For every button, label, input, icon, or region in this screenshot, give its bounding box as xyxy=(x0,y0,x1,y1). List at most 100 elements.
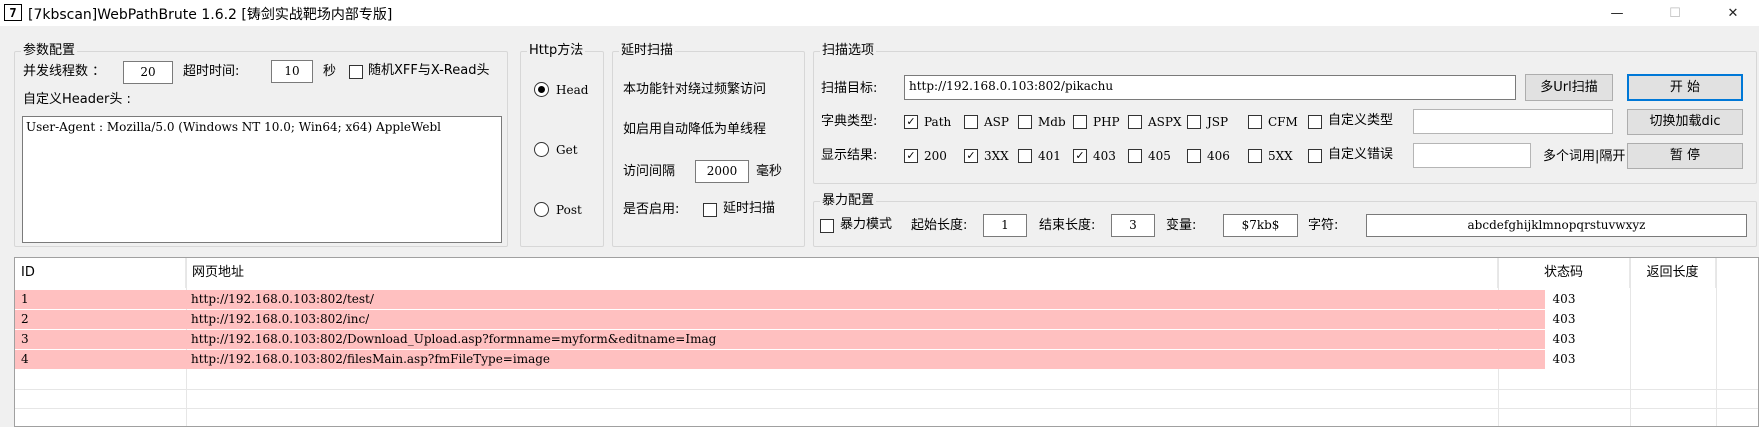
result-5xx-checkbox[interactable] xyxy=(1248,149,1262,163)
result-403-label: 403 xyxy=(1093,149,1116,163)
dict-path-checkbox[interactable]: ✓ xyxy=(904,115,918,129)
close-button[interactable]: ✕ xyxy=(1710,0,1756,26)
target-label: 扫描目标: xyxy=(821,81,878,96)
minimize-button[interactable]: — xyxy=(1594,0,1640,26)
load-dict-button[interactable]: 切换加载dic xyxy=(1627,109,1743,135)
interval-input[interactable]: 2000 xyxy=(695,160,749,183)
column-header-url[interactable]: 网页地址 xyxy=(186,258,1498,288)
separator-hint: 多个词用|隔开 xyxy=(1543,149,1626,164)
pause-button[interactable]: 暂 停 xyxy=(1627,143,1743,169)
delay-enable-label: 是否启用: xyxy=(623,202,680,217)
minimize-icon: — xyxy=(1610,5,1624,21)
row-length xyxy=(1630,310,1716,329)
result-403-checkbox[interactable]: ✓ xyxy=(1073,149,1087,163)
row-status: 403 xyxy=(1552,312,1576,326)
column-header-status[interactable]: 状态码 xyxy=(1498,258,1630,288)
charset-label: 字符: xyxy=(1308,218,1339,233)
variable-input[interactable]: $7kb$ xyxy=(1223,214,1298,237)
interval-label: 访问间隔 xyxy=(623,164,676,179)
brute-title: 暴力配置 xyxy=(820,193,877,209)
random-xff-checkbox[interactable] xyxy=(349,65,363,79)
delay-enable-checkbox[interactable] xyxy=(703,203,717,217)
dict-php-label: PHP xyxy=(1093,115,1120,129)
result-5xx-label: 5XX xyxy=(1268,149,1293,163)
dict-asp-label: ASP xyxy=(984,115,1009,129)
row-id: 4 xyxy=(21,352,29,366)
close-icon: ✕ xyxy=(1727,5,1739,21)
target-input[interactable]: http://192.168.0.103:802/pikachu xyxy=(904,75,1516,100)
threads-label: 并发线程数 ： xyxy=(23,64,106,79)
dict-jsp-label: JSP xyxy=(1207,115,1229,129)
column-header-id[interactable]: ID xyxy=(15,258,186,288)
http-method-group: Http方法 Head Get Post xyxy=(520,43,604,247)
radio-head[interactable] xyxy=(534,82,549,97)
table-row[interactable]: 2 http://192.168.0.103:802/inc/ 403 xyxy=(15,310,1575,329)
interval-unit: 毫秒 xyxy=(756,164,783,179)
dict-aspx-checkbox[interactable] xyxy=(1128,115,1142,129)
scan-options-group: 扫描选项 扫描目标: http://192.168.0.103:802/pika… xyxy=(813,43,1757,184)
end-length-input[interactable]: 3 xyxy=(1111,214,1155,237)
multi-url-button[interactable]: 多Url扫描 xyxy=(1525,74,1613,101)
dict-cfm-label: CFM xyxy=(1268,115,1298,129)
result-405-checkbox[interactable] xyxy=(1128,149,1142,163)
result-custom-label: 自定义错误 xyxy=(1328,147,1394,162)
end-length-label: 结束长度: xyxy=(1039,218,1096,233)
result-406-checkbox[interactable] xyxy=(1187,149,1201,163)
brute-group: 暴力配置 暴力模式 起始长度: 1 结束长度: 3 变量: $7kb$ 字符: … xyxy=(813,193,1757,247)
start-length-input[interactable]: 1 xyxy=(983,214,1027,237)
result-custom-checkbox[interactable] xyxy=(1308,149,1322,163)
table-row[interactable]: 3 http://192.168.0.103:802/Download_Uplo… xyxy=(15,330,1575,349)
custom-error-input[interactable] xyxy=(1413,143,1531,168)
maximize-button: ☐ xyxy=(1652,0,1698,26)
delay-desc-line2: 如启用自动降低为单线程 xyxy=(623,122,767,137)
header-textarea[interactable]: User-Agent : Mozilla/5.0 (Windows NT 10.… xyxy=(22,116,502,243)
result-label: 显示结果: xyxy=(821,148,878,163)
maximize-icon: ☐ xyxy=(1669,5,1681,21)
variable-label: 变量: xyxy=(1166,218,1197,233)
brute-mode-label: 暴力模式 xyxy=(840,217,893,232)
dict-type-label: 字典类型: xyxy=(821,114,878,129)
result-406-label: 406 xyxy=(1207,149,1230,163)
row-url: http://192.168.0.103:802/Download_Upload… xyxy=(191,332,717,346)
result-3xx-checkbox[interactable]: ✓ xyxy=(964,149,978,163)
dict-jsp-checkbox[interactable] xyxy=(1187,115,1201,129)
row-id: 2 xyxy=(21,312,29,326)
row-url: http://192.168.0.103:802/test/ xyxy=(191,292,374,306)
result-200-label: 200 xyxy=(924,149,947,163)
results-table[interactable]: ID 网页地址 状态码 返回长度 1 http://192.168.0.103:… xyxy=(14,257,1759,427)
result-401-label: 401 xyxy=(1038,149,1061,163)
timeout-unit: 秒 xyxy=(323,64,337,79)
row-length xyxy=(1630,350,1716,369)
table-row[interactable]: 1 http://192.168.0.103:802/test/ 403 xyxy=(15,290,1575,309)
table-row[interactable]: 4 http://192.168.0.103:802/filesMain.asp… xyxy=(15,350,1575,369)
delay-title: 延时扫描 xyxy=(619,43,676,59)
radio-get[interactable] xyxy=(534,142,549,157)
dict-custom-checkbox[interactable] xyxy=(1308,115,1322,129)
custom-type-input[interactable] xyxy=(1413,109,1613,134)
delay-group: 延时扫描 本功能针对绕过频繁访问 如启用自动降低为单线程 访问间隔 2000 毫… xyxy=(612,43,805,247)
radio-post[interactable] xyxy=(534,202,549,217)
timeout-label: 超时时间: xyxy=(183,64,240,79)
start-button[interactable]: 开 始 xyxy=(1627,74,1743,101)
column-header-length[interactable]: 返回长度 xyxy=(1630,258,1716,288)
delay-desc-line1: 本功能针对绕过频繁访问 xyxy=(623,82,767,97)
dict-path-label: Path xyxy=(924,115,952,129)
result-401-checkbox[interactable] xyxy=(1018,149,1032,163)
row-status: 403 xyxy=(1552,352,1576,366)
charset-input[interactable]: abcdefghijklmnopqrstuvwxyz xyxy=(1366,214,1747,237)
window-title: [7kbscan]WebPathBrute 1.6.2 [铸剑实战靶场内部专版] xyxy=(28,7,393,23)
timeout-input[interactable]: 10 xyxy=(271,60,313,83)
row-status: 403 xyxy=(1552,332,1576,346)
brute-mode-checkbox[interactable] xyxy=(820,219,834,233)
start-length-label: 起始长度: xyxy=(911,218,968,233)
threads-input[interactable]: 20 xyxy=(123,61,173,84)
random-xff-label: 随机XFF与X-Read头 xyxy=(368,63,490,78)
dict-cfm-checkbox[interactable] xyxy=(1248,115,1262,129)
params-group: 参数配置 并发线程数 ： 20 超时时间: 10 秒 随机XFF与X-Read头… xyxy=(14,43,508,247)
radio-get-label: Get xyxy=(556,143,578,157)
dict-mdb-checkbox[interactable] xyxy=(1018,115,1032,129)
dict-php-checkbox[interactable] xyxy=(1073,115,1087,129)
dict-asp-checkbox[interactable] xyxy=(964,115,978,129)
row-length xyxy=(1630,330,1716,349)
result-200-checkbox[interactable]: ✓ xyxy=(904,149,918,163)
